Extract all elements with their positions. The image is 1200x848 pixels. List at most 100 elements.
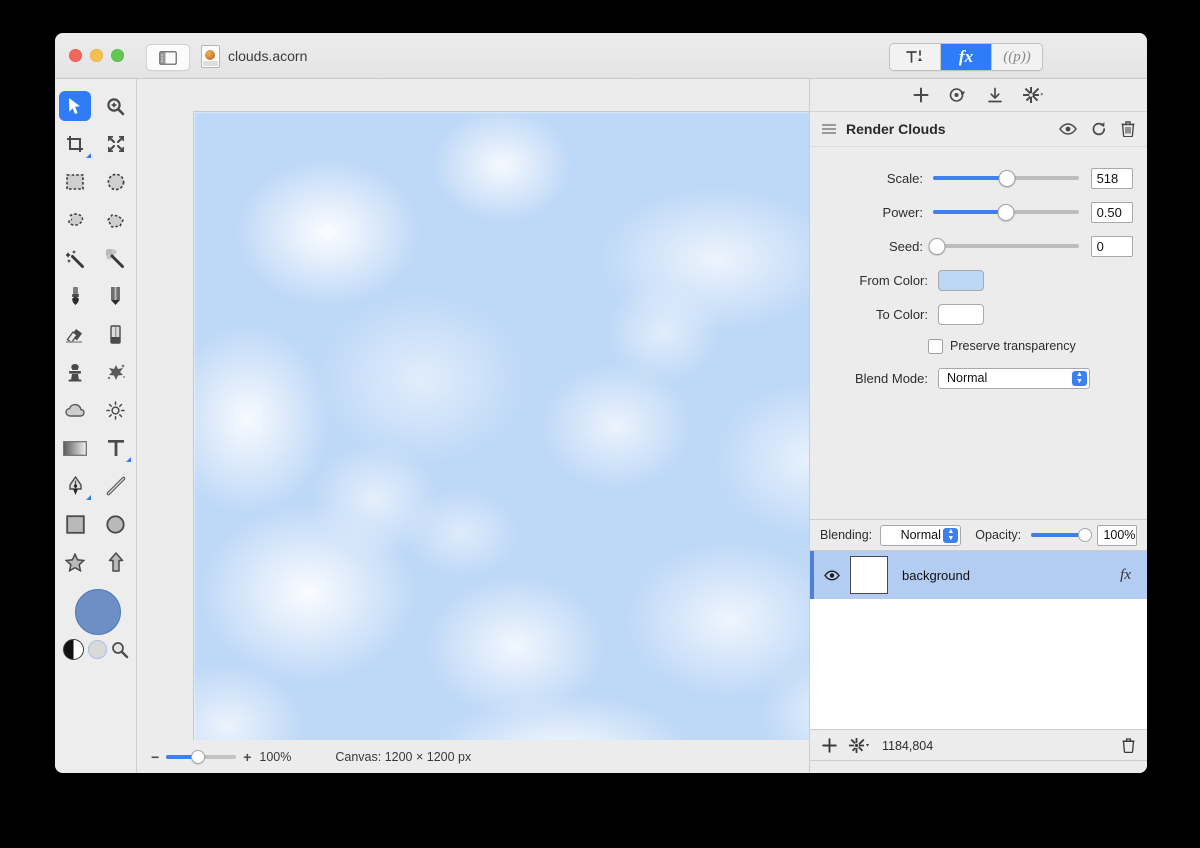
tool-smudge[interactable] <box>96 315 137 353</box>
opacity-slider[interactable] <box>1031 528 1093 542</box>
smudge-stick-icon <box>110 324 121 344</box>
preserve-transparency-label: Preserve transparency <box>950 339 1076 353</box>
tool-submenu-indicator[interactable] <box>85 153 91 158</box>
color-picker-icon[interactable] <box>111 641 129 659</box>
plus-icon[interactable] <box>822 738 837 753</box>
layer-list: background fx <box>810 551 1147 729</box>
default-colors-icon[interactable] <box>63 639 84 660</box>
tab-tools[interactable] <box>890 44 941 70</box>
background-color-swatch[interactable] <box>88 640 107 659</box>
document-title-group[interactable]: clouds.acorn <box>201 33 307 79</box>
tool-move[interactable] <box>55 87 96 125</box>
tool-ellipse-shape[interactable] <box>96 505 137 543</box>
blend-mode-value: Normal <box>947 371 988 385</box>
param-label: Power: <box>882 204 923 220</box>
layer-row[interactable]: background fx <box>810 551 1147 599</box>
preserve-transparency-row[interactable]: Preserve transparency <box>810 331 1133 361</box>
square-icon <box>66 514 85 534</box>
download-arrow-icon[interactable] <box>987 87 1003 103</box>
close-button[interactable] <box>69 49 82 62</box>
tool-zoom[interactable] <box>96 87 137 125</box>
minus-icon[interactable]: − <box>151 749 159 765</box>
layer-thumbnail[interactable] <box>850 556 888 594</box>
tool-brush[interactable] <box>55 277 96 315</box>
tool-gradient[interactable] <box>55 429 96 467</box>
tool-polygon-select[interactable] <box>96 201 137 239</box>
color-swatch-area <box>55 587 136 679</box>
tab-filters[interactable]: fx <box>941 44 992 70</box>
seed-slider[interactable] <box>928 237 1079 255</box>
seed-value-field[interactable]: 0 <box>1090 235 1133 257</box>
blend-mode-select[interactable]: Normal ▲ ▼ <box>938 367 1090 389</box>
scale-slider[interactable] <box>933 169 1079 187</box>
tool-arrow-shape[interactable] <box>96 543 137 581</box>
tool-submenu-indicator[interactable] <box>126 457 131 462</box>
param-seed: Seed: 0 <box>810 229 1133 263</box>
text-t-icon <box>106 438 126 458</box>
document-file-icon <box>201 44 220 68</box>
layer-blending-select[interactable]: Normal ▲ ▼ <box>880 524 962 546</box>
tool-instant-alpha[interactable] <box>96 239 137 277</box>
gear-dropdown-icon[interactable] <box>849 738 870 753</box>
zoom-slider[interactable] <box>166 750 237 764</box>
param-label: Blend Mode: <box>855 370 928 386</box>
tool-splatter[interactable] <box>96 353 137 391</box>
preserve-transparency-checkbox[interactable] <box>928 338 943 354</box>
zoom-button[interactable] <box>111 49 124 62</box>
eye-icon[interactable] <box>824 570 840 581</box>
palette-icon: ((p)) <box>1003 48 1031 65</box>
tool-rect-select[interactable] <box>55 163 96 201</box>
layer-fx-badge[interactable]: fx <box>1120 567 1131 584</box>
tool-lasso[interactable] <box>55 201 96 239</box>
tool-ellipse-select[interactable] <box>96 163 137 201</box>
tool-crop[interactable] <box>55 125 96 163</box>
foreground-color-swatch[interactable] <box>75 589 121 635</box>
tool-bezier-pen[interactable] <box>55 467 96 505</box>
tool-submenu-indicator[interactable] <box>85 495 91 500</box>
reset-arrow-icon[interactable] <box>1091 121 1107 137</box>
tool-blur[interactable] <box>55 391 96 429</box>
document-title-label: clouds.acorn <box>228 48 308 64</box>
tool-star-shape[interactable] <box>55 543 96 581</box>
plus-icon[interactable]: + <box>243 749 251 765</box>
minimize-button[interactable] <box>90 49 103 62</box>
layer-name-label[interactable]: background <box>902 568 1120 583</box>
filter-header-actions <box>1059 121 1135 137</box>
eye-icon[interactable] <box>1059 123 1077 135</box>
tool-pencil[interactable] <box>96 277 137 315</box>
tool-dodge-burn[interactable] <box>96 391 137 429</box>
inspector-mode-segmented-control[interactable]: fx ((p)) <box>889 43 1043 71</box>
hamburger-icon[interactable] <box>822 124 836 134</box>
opacity-value-field[interactable]: 100% <box>1097 524 1137 546</box>
gear-dropdown-icon[interactable] <box>1022 87 1045 103</box>
tool-grid <box>55 79 136 581</box>
sidebar-toggle-button[interactable] <box>146 44 190 71</box>
power-value-field[interactable]: 0.50 <box>1090 201 1133 223</box>
tool-rectangle-shape[interactable] <box>55 505 96 543</box>
tab-palettes[interactable]: ((p)) <box>992 44 1042 70</box>
trash-icon[interactable] <box>1121 121 1135 137</box>
tool-line[interactable] <box>96 467 137 505</box>
star-icon <box>65 552 86 572</box>
status-bar: − + 100% Canvas: 1200 × 1200 px <box>137 740 809 773</box>
image-canvas[interactable] <box>193 111 865 773</box>
param-label: From Color: <box>859 272 928 288</box>
param-label: To Color: <box>875 306 928 322</box>
param-power: Power: 0.50 <box>810 195 1133 229</box>
power-slider[interactable] <box>933 203 1079 221</box>
tool-clone-stamp[interactable] <box>55 353 96 391</box>
plus-icon[interactable] <box>913 87 929 103</box>
tool-eraser[interactable] <box>55 315 96 353</box>
layer-blending-value: Normal <box>900 528 941 542</box>
tool-text[interactable] <box>96 429 137 467</box>
magnifier-plus-icon <box>106 97 125 116</box>
trash-icon[interactable] <box>1122 738 1135 753</box>
to-color-well[interactable] <box>938 303 984 325</box>
tool-magic-wand[interactable] <box>55 239 96 277</box>
sun-icon <box>106 400 125 420</box>
scale-value-field[interactable]: 518 <box>1090 167 1133 189</box>
from-color-well[interactable] <box>938 269 984 291</box>
tool-transform[interactable] <box>96 125 137 163</box>
preset-disc-icon[interactable] <box>949 87 967 103</box>
filter-toolbar <box>810 79 1147 112</box>
